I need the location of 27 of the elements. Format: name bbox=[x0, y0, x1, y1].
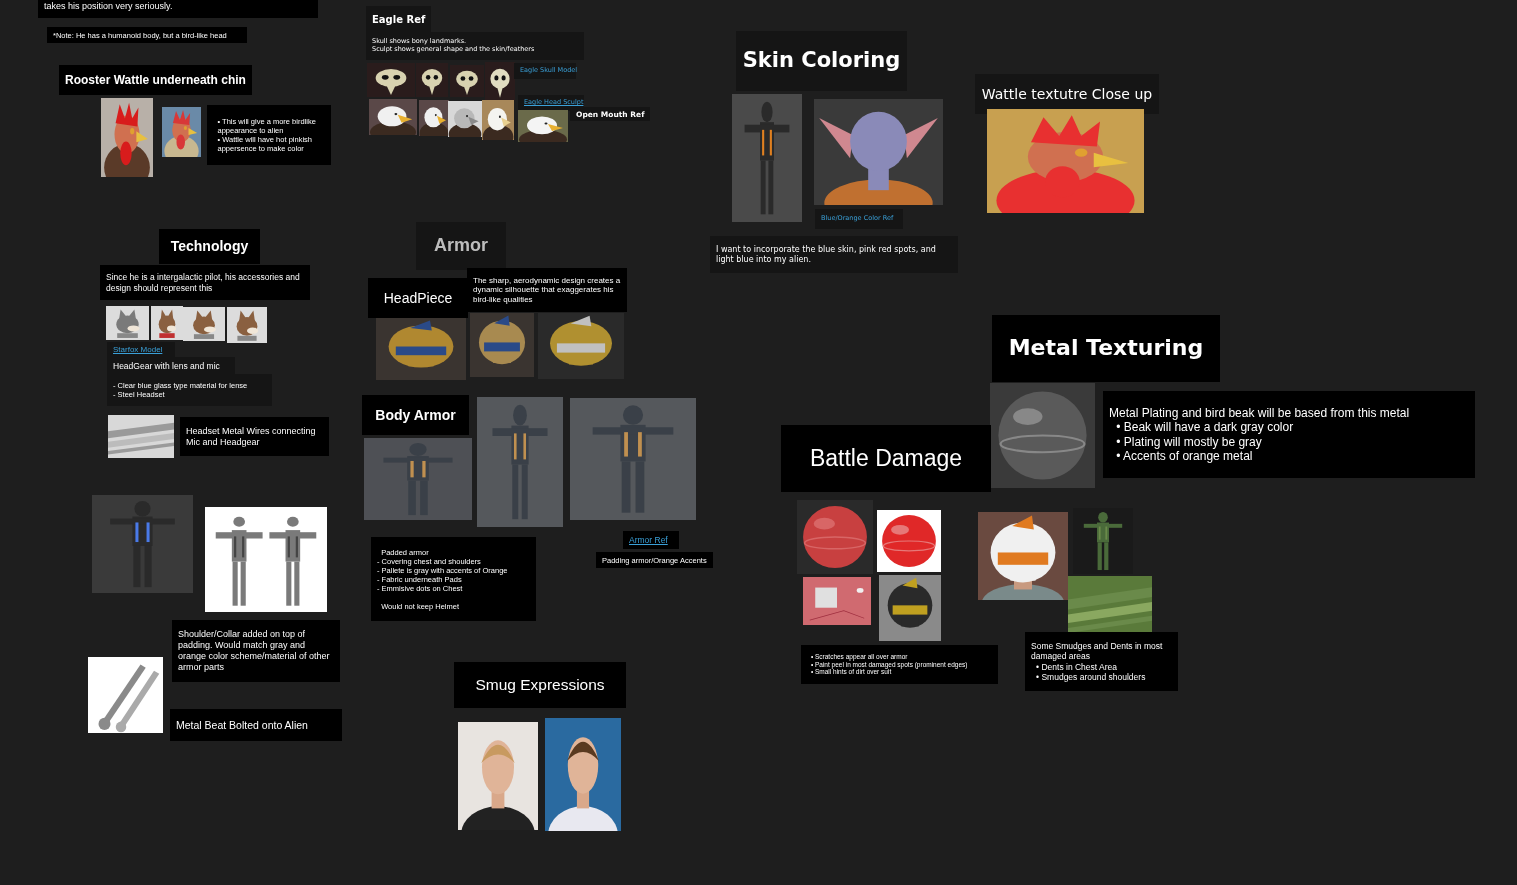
note-heading: Rooster Wattle underneath chin bbox=[59, 65, 252, 95]
reference-link[interactable]: Armor Ref bbox=[623, 531, 679, 549]
note-heading: Eagle Ref bbox=[366, 6, 432, 34]
note-heading: Technology bbox=[159, 229, 260, 264]
note-heading: Battle Damage bbox=[781, 425, 991, 492]
list-item: • Smudges around shoulders bbox=[1035, 671, 1147, 682]
note-text: HeadGear with lens and mic bbox=[107, 357, 235, 375]
list-item: • Plating will mostly be gray bbox=[1115, 434, 1263, 449]
note-text: Since he is a intergalactic pilot, his accessories and design should represent this bbox=[100, 265, 310, 300]
note-heading: Skin Coloring bbox=[736, 31, 907, 91]
note-text: Metal Plating and bird beak will be based from this metal bbox=[1109, 405, 1411, 421]
note-heading: HeadPiece bbox=[368, 278, 468, 318]
note-text: Some Smudges and Dents in most damaged areas bbox=[1031, 641, 1164, 662]
note-heading: Body Armor bbox=[362, 395, 469, 435]
note-text: I want to incorporate the blue skin, pink red spots, and light blue into my alien. bbox=[710, 236, 958, 273]
note-heading: Armor bbox=[416, 222, 506, 270]
note-text: Metal Beat Bolted onto Alien bbox=[170, 709, 342, 741]
note-text: Headset Metal Wires connecting Mic and Headgear bbox=[180, 417, 329, 456]
note-text: The sharp, aerodynamic design creates a dynamic silhouette that exaggerates his bird-like qualities bbox=[467, 268, 627, 312]
note-text: takes his position very seriously. bbox=[38, 0, 318, 18]
list-item: • Dents in Chest Area bbox=[1035, 661, 1119, 672]
note-heading: Smug Expressions bbox=[454, 662, 626, 708]
list-item: • Beak will have a dark gray color bbox=[1115, 420, 1295, 435]
note-text: Shoulder/Collar added on top of padding. Would match gray and orange color scheme/material of other armor parts bbox=[172, 620, 340, 682]
note-heading: Metal Texturing bbox=[992, 315, 1220, 382]
list-item: • Accents of orange metal bbox=[1115, 448, 1253, 464]
reference-link[interactable]: Starfox Model bbox=[107, 342, 175, 358]
